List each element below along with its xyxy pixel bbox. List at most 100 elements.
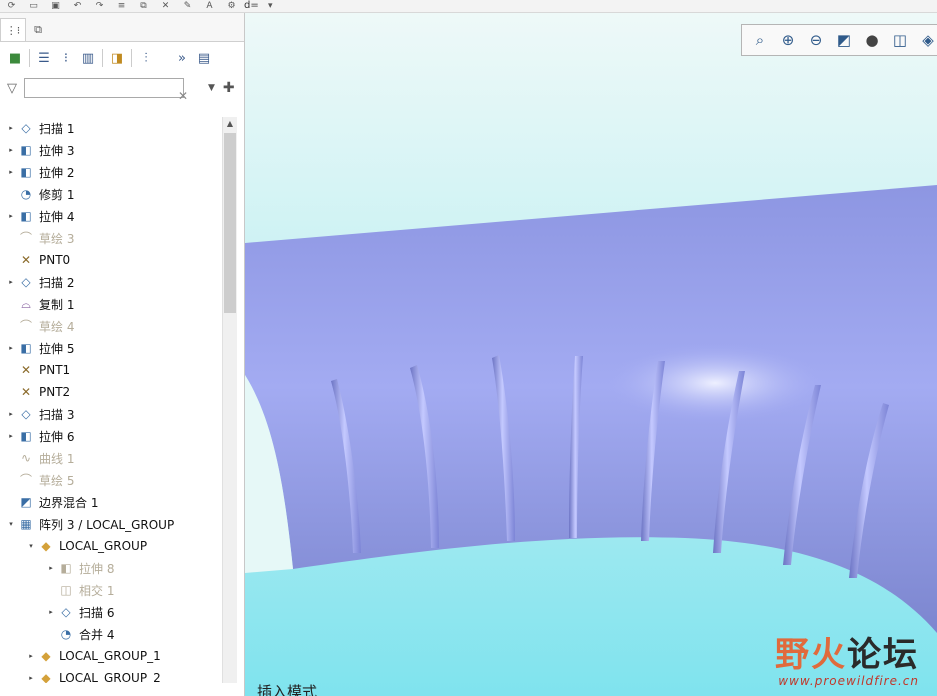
watermark-brand: 野火论坛 [775,635,919,675]
expand-tree-button[interactable]: ☰ [33,47,55,69]
expand-toggle-icon[interactable]: ▸ [46,608,56,616]
view-manager-button[interactable]: ◈ [914,27,937,53]
tab-model-tree[interactable]: ⋮⁝ [0,18,26,41]
zoom-in-button[interactable]: ⊕ [774,27,802,53]
tree-item[interactable]: ▸ ◆ LOCAL_GROUP_2 [0,667,222,683]
extrude-icon: ◧ [20,209,32,223]
expand-toggle-icon[interactable]: ▸ [6,124,16,132]
tree-item[interactable]: ◩ 边界混合 1 [0,491,222,513]
tree-columns-button[interactable]: ▥ [77,47,99,69]
tree-item[interactable]: ∿ 曲线 1 [0,447,222,469]
zoom-fit-icon: ⌕ [755,31,765,49]
toolbar-dropdown-icon[interactable]: ▾ [264,1,277,11]
expand-toggle-icon[interactable]: ▸ [26,652,36,660]
expand-toggle-icon[interactable]: ▸ [6,212,16,220]
curve-icon: ∿ [20,451,32,465]
tree-item[interactable]: ✕ PNT1 [0,359,222,381]
zoom-out-button[interactable]: ⊖ [802,27,830,53]
regenerate-icon[interactable]: ⟳ [5,1,18,11]
redo-icon[interactable]: ↷ [93,1,106,11]
sweep-icon: ◇ [61,605,71,619]
tab-layers[interactable]: ⧉ [26,19,50,41]
close-window-icon[interactable]: ✕ [159,1,172,11]
expand-toggle-icon[interactable]: ▸ [46,564,56,572]
search-options-dropdown-icon[interactable]: ▼ [208,83,215,93]
expand-toggle-icon[interactable]: ▸ [26,674,36,682]
annotation-icon[interactable]: A [203,1,216,11]
feature-list-icon[interactable]: ≡ [115,1,128,11]
tree-item[interactable]: ▸ ◧ 拉伸 4 [0,205,222,227]
model-tree-toolbar: ■ ☰ ⁝ ▥ ◨ ⫶ » ▤ [0,42,244,74]
tree-item-label: 修剪 1 [39,187,75,202]
undo-icon[interactable]: ↶ [71,1,84,11]
tree-item[interactable]: ✕ PNT0 [0,249,222,271]
extrude-icon: ◧ [20,165,32,179]
expand-toggle-icon[interactable]: ▸ [6,432,16,440]
expand-toggle-icon[interactable]: ▸ [6,278,16,286]
tree-item[interactable]: ▸ ◧ 拉伸 2 [0,161,222,183]
add-filter-icon[interactable]: ✚ [223,80,235,96]
tree-item[interactable]: ◔ 修剪 1 [0,183,222,205]
tree-item[interactable]: ⌓ 复制 1 [0,293,222,315]
display-style-button[interactable]: ● [858,27,886,53]
toolbar-separator [29,49,30,67]
more-tools-button[interactable]: » [171,47,193,69]
tree-item[interactable]: ▸ ◆ LOCAL_GROUP_1 [0,645,222,667]
model-properties-icon[interactable]: ⚙ [225,1,238,11]
tree-item[interactable]: ▸ ◇ 扫描 3 [0,403,222,425]
repaint-button[interactable]: ◩ [830,27,858,53]
expand-toggle-icon[interactable]: ▸ [6,410,16,418]
tree-item[interactable]: ◔ 合并 4 [0,623,222,645]
expand-toggle-icon[interactable]: ▸ [6,168,16,176]
sweep-icon: ◇ [21,275,31,289]
scroll-thumb[interactable] [224,133,236,313]
merge-icon: ◔ [60,627,72,641]
expand-toggle-icon[interactable]: ▸ [6,146,16,154]
tree-item[interactable]: ◫ 相交 1 [0,579,222,601]
scroll-up-arrow-icon[interactable]: ▲ [223,117,237,131]
saved-views-button[interactable]: ◫ [886,27,914,53]
tree-item[interactable]: ▸ ◇ 扫描 6 [0,601,222,623]
expand-toggle-icon[interactable]: ▾ [6,520,16,528]
windows-icon[interactable]: ⧉ [137,1,150,11]
tree-item[interactable]: ▾ ▦ 阵列 3 / LOCAL_GROUP [0,513,222,535]
tree-item[interactable]: ▸ ◇ 扫描 2 [0,271,222,293]
model-display-button[interactable]: ■ [4,47,26,69]
save-icon[interactable]: ▣ [49,1,62,11]
tree-scrollbar[interactable]: ▲ [222,117,237,683]
tree-item[interactable]: ⌒ 草绘 4 [0,315,222,337]
tree-item[interactable]: ▸ ◧ 拉伸 8 [0,557,222,579]
columns-icon: ▥ [81,50,95,66]
tree-item-label: 相交 1 [79,583,115,598]
relations-button[interactable]: d= [244,1,259,11]
tree-item[interactable]: ▸ ◧ 拉伸 6 [0,425,222,447]
datum-point-icon: ✕ [20,363,32,377]
details-button[interactable]: ▤ [193,47,215,69]
tree-filters-button[interactable]: ⫶ [135,47,157,69]
tree-item[interactable]: ▾ ◆ LOCAL_GROUP [0,535,222,557]
tree-item-label: 曲线 1 [39,451,75,466]
tree-item[interactable]: ▸ ◧ 拉伸 3 [0,139,222,161]
graphics-viewport[interactable]: ⌕ ⊕ ⊖ ◩ ● ◫ ◈ 插入模式 野火论坛 www.proewildfire… [245,13,937,696]
tree-item[interactable]: ⌒ 草绘 5 [0,469,222,491]
collapse-tree-button[interactable]: ⁝ [55,47,77,69]
tree-item[interactable]: ▸ ◇ 扫描 1 [0,117,222,139]
tree-item[interactable]: ⌒ 草绘 3 [0,227,222,249]
tree-item-label: 边界混合 1 [39,495,99,510]
tree-item-label: 扫描 2 [39,275,75,290]
refit-button[interactable]: ⌕ [746,27,774,53]
tree-item-label: 阵列 3 / LOCAL_GROUP [39,517,175,532]
tree-settings-button[interactable]: ◨ [106,47,128,69]
group-icon: ◆ [41,539,51,553]
eraser-icon[interactable]: ✎ [181,1,194,11]
clear-search-icon[interactable]: ✕ [178,89,188,103]
tree-item[interactable]: ✕ PNT2 [0,381,222,403]
open-icon[interactable]: ▭ [27,1,40,11]
expand-toggle-icon[interactable]: ▸ [6,344,16,352]
expand-toggle-icon[interactable]: ▾ [26,542,36,550]
settings-icon: ◨ [110,50,124,66]
tree-search-input[interactable] [24,78,184,98]
tree-item[interactable]: ▸ ◧ 拉伸 5 [0,337,222,359]
group-icon: ◆ [41,649,51,663]
tree-item-label: 扫描 3 [39,407,75,422]
